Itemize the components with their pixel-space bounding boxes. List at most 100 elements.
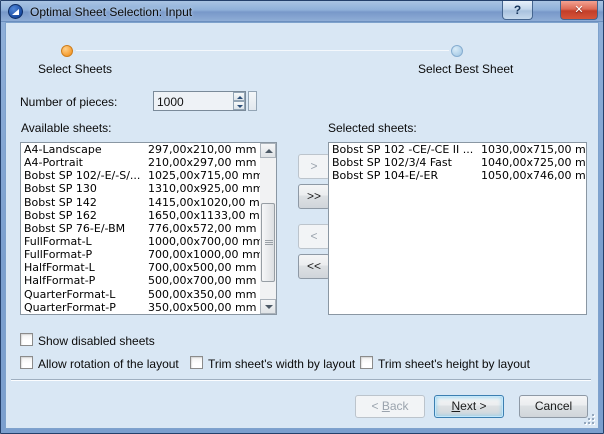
arrow-up-icon [265,149,273,153]
pieces-label: Number of pieces: [20,95,117,109]
list-item[interactable]: HalfFormat-P 500,00x700,00 mm [21,274,260,287]
sheet-size: 350,00x500,00 mm [148,301,256,314]
help-button[interactable]: ? [502,1,533,20]
sheet-size: 210,00x297,00 mm [148,156,256,169]
footer-divider [11,379,591,381]
sheet-name: Bobst SP 162 [24,209,97,222]
sheet-name: HalfFormat-L [24,261,95,274]
list-item[interactable]: Bobst SP 102/3/4 Fast 1040,00x725,00 mm [329,156,586,169]
list-item[interactable]: Bobst SP 130 1310,00x925,00 mm [21,182,260,195]
sheet-name: A4-Portrait [24,156,83,169]
sheet-size: 700,00x1000,00 mm [148,248,260,261]
sheet-name: FullFormat-P [24,248,92,261]
list-item[interactable]: Bobst SP 104-E/-ER 1050,00x746,00 mm [329,169,586,182]
scrollbar-thumb[interactable] [261,203,275,282]
back-mnemonic: B [382,399,390,413]
scroll-up-button[interactable] [260,143,276,158]
list-item[interactable]: Bobst SP 76-E/-BM 776,00x572,00 mm [21,222,260,235]
close-icon: ✕ [574,4,583,16]
pieces-side-button[interactable] [248,91,257,111]
wizard-step2-label: Select Best Sheet [418,62,513,76]
next-mnemonic: N [451,399,460,413]
add-all-button[interactable]: >> [298,184,330,209]
allow-rotation-checkbox[interactable] [20,356,33,369]
selected-sheets-label: Selected sheets: [328,121,417,135]
sheet-size: 1310,00x925,00 mm [148,182,260,195]
trim-width-label: Trim sheet's width by layout [208,357,355,371]
pieces-spin-buttons [233,92,245,110]
pieces-spinbox [153,91,246,111]
sheet-size: 1025,00x715,00 mm [148,169,260,182]
help-icon: ? [514,3,521,17]
optimal-sheet-selection-dialog: Optimal Sheet Selection: Input ? ✕ Selec… [0,0,604,434]
next-button[interactable]: Next > [434,395,504,418]
title-bar[interactable]: Optimal Sheet Selection: Input ? ✕ [1,1,603,22]
sheet-name: Bobst SP 102/-E/-S/... [24,169,140,182]
sheet-size: 1650,00x1133,00 mm [148,209,260,222]
scroll-down-button[interactable] [260,299,276,314]
list-item[interactable]: A4-Landscape 297,00x210,00 mm [21,143,260,156]
sheet-size: 776,00x572,00 mm [148,222,256,235]
selected-sheets-list[interactable]: Bobst SP 102 -CE/-CE II ... 1030,00x715,… [328,142,587,315]
sheet-size: 297,00x210,00 mm [148,143,256,156]
sheet-name: Bobst SP 142 [24,196,97,209]
sheet-name: HalfFormat-P [24,274,95,287]
show-disabled-sheets-checkbox[interactable] [20,333,33,346]
list-item[interactable]: FullFormat-P 700,00x1000,00 mm [21,248,260,261]
sheet-size: 1040,00x725,00 mm [481,156,586,169]
list-item[interactable]: QuarterFormat-L 500,00x350,00 mm [21,288,260,301]
add-selected-button[interactable]: > [298,154,330,179]
sheet-name: Bobst SP 102/3/4 Fast [332,156,452,169]
arrow-up-icon [237,96,243,99]
arrow-down-icon [237,105,243,108]
show-disabled-sheets-label: Show disabled sheets [38,334,155,348]
sheet-size: 1050,00x746,00 mm [481,169,586,182]
close-button[interactable]: ✕ [560,1,598,20]
pieces-input[interactable] [154,92,233,110]
wizard-progress-line [76,50,449,51]
sheet-size: 1415,00x1020,00 mm [148,196,260,209]
trim-width-checkbox[interactable] [190,356,203,369]
spin-up-button[interactable] [233,92,245,101]
allow-rotation-label: Allow rotation of the layout [38,357,179,371]
list-item[interactable]: Bobst SP 102/-E/-S/... 1025,00x715,00 mm [21,169,260,182]
remove-selected-button[interactable]: < [298,224,330,249]
sheet-name: Bobst SP 104-E/-ER [332,169,438,182]
wizard-step1-dot [61,45,73,57]
wizard-step2-dot [451,45,463,57]
dialog-body: Select Sheets Select Best Sheet Number o… [5,22,599,429]
list-item[interactable]: Bobst SP 162 1650,00x1133,00 mm [21,209,260,222]
sheet-size: 700,00x500,00 mm [148,261,256,274]
available-sheets-list[interactable]: A4-Landscape 297,00x210,00 mm A4-Portrai… [20,142,277,315]
back-label-rest: ack [390,399,409,413]
available-sheets-label: Available sheets: [21,121,112,135]
sheet-name: A4-Landscape [24,143,102,156]
sheet-size: 500,00x350,00 mm [148,288,256,301]
list-item[interactable]: HalfFormat-L 700,00x500,00 mm [21,261,260,274]
trim-height-label: Trim sheet's height by layout [378,357,530,371]
list-item[interactable]: A4-Portrait 210,00x297,00 mm [21,156,260,169]
sheet-name: Bobst SP 102 -CE/-CE II ... [332,143,473,156]
trim-height-checkbox[interactable] [360,356,373,369]
sheet-size: 1030,00x715,00 mm [481,143,586,156]
spin-down-button[interactable] [233,101,245,110]
sheet-name: QuarterFormat-L [24,288,115,301]
list-item[interactable]: QuarterFormat-P 350,00x500,00 mm [21,301,260,314]
remove-all-button[interactable]: << [298,254,330,279]
window-title: Optimal Sheet Selection: Input [30,5,192,19]
cancel-button[interactable]: Cancel [519,395,588,418]
resize-grip-icon[interactable] [582,412,595,425]
sheet-name: Bobst SP 130 [24,182,97,195]
available-list-scrollbar[interactable] [260,143,276,314]
app-icon [8,4,23,19]
sheet-name: FullFormat-L [24,235,92,248]
back-label: < [371,399,381,413]
back-button[interactable]: < Back [355,395,425,418]
list-item[interactable]: Bobst SP 142 1415,00x1020,00 mm [21,196,260,209]
sheet-name: QuarterFormat-P [24,301,116,314]
list-item[interactable]: Bobst SP 102 -CE/-CE II ... 1030,00x715,… [329,143,586,156]
wizard-step1-label: Select Sheets [38,62,112,76]
sheet-name: Bobst SP 76-E/-BM [24,222,125,235]
arrow-down-icon [265,305,273,309]
list-item[interactable]: FullFormat-L 1000,00x700,00 mm [21,235,260,248]
